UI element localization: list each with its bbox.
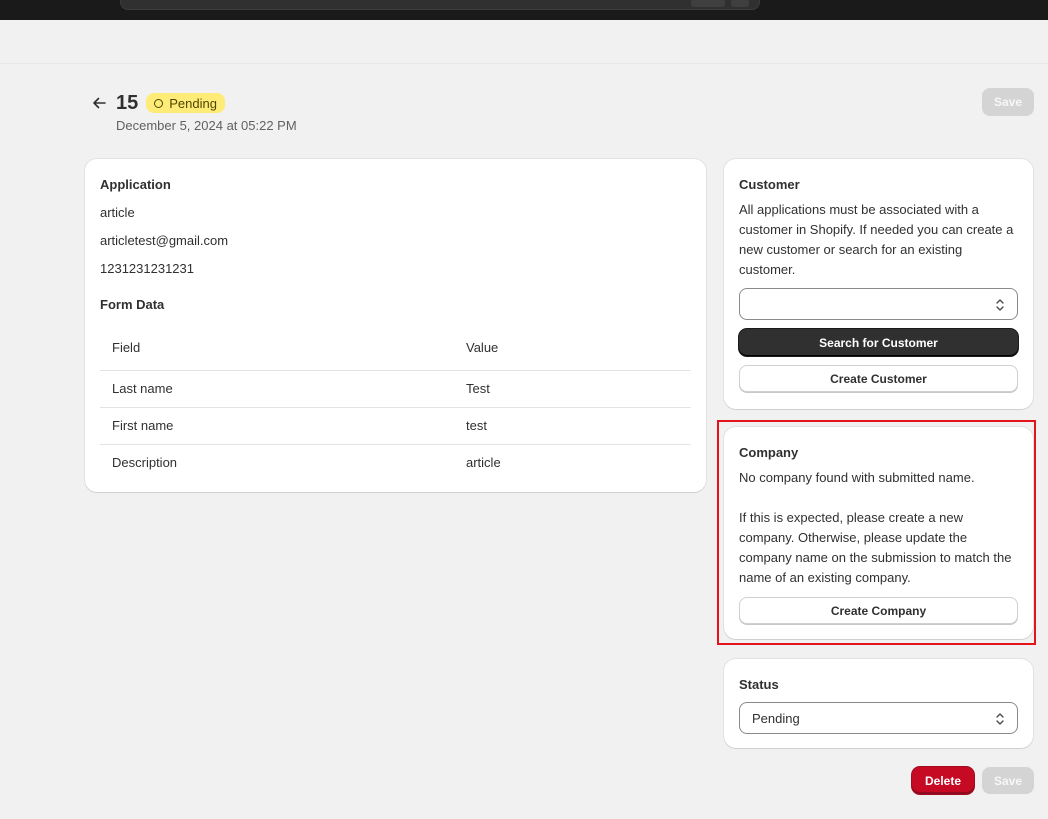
field-cell: First name (100, 407, 454, 445)
column-header-field: Field (100, 326, 454, 371)
form-data-heading: Form Data (100, 297, 165, 312)
customer-select[interactable] (739, 288, 1018, 320)
table-row: Description article (100, 444, 691, 481)
table-row: Last name Test (100, 370, 691, 408)
global-search-bar[interactable] (120, 0, 760, 10)
shortcut-key (731, 0, 749, 7)
company-card: Company No company found with submitted … (724, 427, 1033, 639)
status-badge-label: Pending (169, 95, 217, 111)
status-heading: Status (739, 677, 779, 692)
application-card: Application article articletest@gmail.co… (85, 159, 706, 492)
field-cell: Description (112, 455, 178, 471)
secondary-bar (0, 20, 1048, 64)
create-customer-button[interactable]: Create Customer (739, 365, 1018, 392)
value-cell: article (466, 455, 501, 471)
save-button-top[interactable]: Save (982, 88, 1034, 116)
company-heading: Company (739, 445, 799, 460)
select-chevron-icon (996, 713, 1004, 725)
select-chevron-icon (996, 299, 1004, 311)
page-title: 15 (116, 91, 139, 114)
create-company-button[interactable]: Create Company (739, 597, 1018, 624)
value-cell: Test (454, 370, 691, 408)
field-cell: Last name (100, 370, 454, 408)
application-email: articletest@gmail.com (100, 233, 229, 248)
customer-description: All applications must be associated with… (739, 202, 1014, 277)
form-data-table: Field Value Last name Test First name te… (100, 326, 691, 481)
application-name: article (100, 205, 135, 220)
back-arrow-icon[interactable] (88, 92, 110, 114)
value-cell: test (454, 407, 691, 445)
table-row: First name test (100, 407, 691, 445)
search-customer-button[interactable]: Search for Customer (739, 329, 1018, 356)
column-header-value: Value (454, 326, 691, 371)
company-description: If this is expected, please create a new… (739, 510, 1012, 585)
shortcut-key (691, 0, 725, 7)
pending-circle-icon (154, 98, 164, 108)
status-select[interactable]: Pending (739, 702, 1018, 734)
status-card: Status Pending (724, 659, 1033, 748)
table-header-row: Field Value (100, 326, 691, 371)
application-heading: Application (100, 177, 171, 192)
status-badge: Pending (146, 93, 225, 113)
application-phone: 1231231231231 (100, 261, 194, 276)
customer-card: Customer All applications must be associ… (724, 159, 1033, 409)
customer-heading: Customer (739, 177, 800, 192)
top-bar (0, 0, 1048, 20)
submission-date: December 5, 2024 at 05:22 PM (116, 118, 297, 133)
delete-button[interactable]: Delete (912, 767, 974, 794)
company-message: No company found with submitted name. (739, 470, 975, 485)
page-header: 15 Pending (88, 88, 225, 118)
status-select-value: Pending (752, 710, 800, 726)
save-button-bottom[interactable]: Save (982, 767, 1034, 794)
